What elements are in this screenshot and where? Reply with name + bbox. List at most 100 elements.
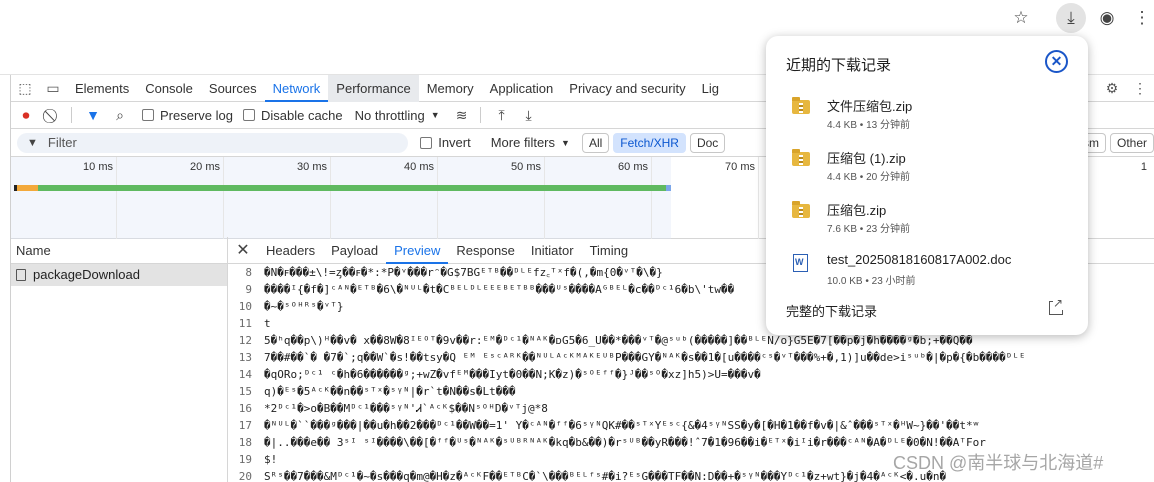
divider [479,107,481,123]
tab-memory[interactable]: Memory [419,75,482,102]
account-icon[interactable]: ◉ [1095,6,1119,30]
tab-sources[interactable]: Sources [201,75,265,102]
tab-initiator[interactable]: Initiator [523,237,582,264]
line-text: *2ᴰᶜ¹�>o�B��Mᴰᶜ¹���ˢᵞᴺ'Ꮧ`ᴬᶜᴷ$��NˢᴼᴴD�ᵛᵀj… [264,402,548,415]
tab-payload[interactable]: Payload [323,237,386,264]
line-text: �~�ˢᴼᴴᴿˢ�ᵛᵀ} [264,300,344,313]
disable-cache-checkbox[interactable]: Disable cache [242,108,343,123]
line-text: �|..���e�� 3ˢᴵ ˢᴵ����\��[�ᶠᶠ�ᵁˢ�ᴺᴬᴷ�ˢᵁᴮᴿ… [264,436,986,449]
request-timing-waiting [17,185,38,191]
filter-funnel-icon[interactable]: ▼ [81,103,105,127]
timeline-gridline [330,157,331,239]
watermark: CSDN @南半球与北海道# [893,453,1104,473]
timeline-tick-label: 70 ms [725,161,755,173]
code-line: 14 �qORo;ᴰᶜ¹ ᶜ�h�6������ᵍ;+wZ�vfᴱᴹ���Iyt�… [228,366,1154,383]
line-number: 8 [245,266,252,279]
line-number: 13 [238,351,252,364]
export-har-icon[interactable]: ⤓ [517,103,541,127]
menu-kebab-icon[interactable]: ⋮ [1130,6,1154,30]
line-text: Sᴿˢ��7���&Mᴰᶜ¹�~�s���q�m@�H�z�ᴬᶜᴷF��ᴱᵀᴮC… [264,470,947,482]
network-conditions-icon[interactable]: ≋ [450,103,474,127]
line-text: ����ᴵ{�f�]ᶜᴬᴺ�ᴱᵀᴮ�6\�ᴺᵁᴸ�t�Cᴮᴱᴸᴰᴸᴱᴱᴱᴮᴱᵀᴮ… [264,283,735,296]
line-number: 9 [245,283,252,296]
tab-response[interactable]: Response [448,237,523,264]
clear-icon[interactable]: ⃠ [41,103,65,127]
timeline-gridline [544,157,545,239]
document-icon [16,269,26,281]
filter-input[interactable]: ▼ Filter [17,132,409,153]
devtools-menu-icon[interactable]: ⋮ [1126,75,1154,102]
line-text: �N�ꜰ���±\!=ᶎ��ꜰ�*:*P�ᵛ���rᵔ�G$7BGᴱᵀᴮ��ᴰᴸ… [264,266,663,279]
code-line: 15 q)�ᴱˢ�5ᴬᶜᴷ��n��ˢᵀˣ�ˢᵞᴺ|�r`t�N��s�Lt��� [228,383,1154,400]
word-document-icon [793,254,808,272]
download-filename: 压缩包 (1).zip [827,151,906,166]
open-external-icon[interactable] [1049,296,1064,315]
preserve-log-label: Preserve log [160,107,233,123]
bookmark-star-icon[interactable]: ☆ [1009,6,1033,30]
downloads-title: 近期的下载记录 [786,57,892,74]
request-list: Name packageDownload [11,237,228,482]
download-item[interactable]: test_20250818160817A002.doc 10.0 KB • 23… [766,247,1088,299]
preserve-log-checkbox[interactable]: Preserve log [142,108,233,123]
invert-label: Invert [438,135,471,150]
checkbox-box[interactable] [420,136,433,149]
line-number: 17 [238,419,252,432]
line-text: 7��#��`� �7�`;q��W`�s!��tsy�Q ᴱᴹ ᴱˢᶜᴬᴿᴷ�… [264,351,1026,364]
timeline-tick-label: 10 ms [83,161,113,173]
checkbox-box[interactable] [242,109,255,121]
import-har-icon[interactable]: ⤒ [490,103,514,127]
tab-preview[interactable]: Preview [386,237,449,264]
full-download-history-link[interactable]: 完整的下载记录 [786,301,877,320]
chevron-down-icon: ▼ [430,110,440,120]
more-filters-label: More filters [490,135,556,150]
filter-chip-all[interactable]: All [581,132,610,153]
checkbox-box[interactable] [142,109,154,121]
filter-chip-fetch-xhr[interactable]: Fetch/XHR [613,132,686,153]
device-toolbar-icon[interactable]: ▭ [39,75,67,102]
line-text: �ᴺᵁᴸ�``���ᵍ���|��u�h��2���ᴰᶜ¹��W��=1' Y�… [264,419,980,432]
download-item[interactable]: 压缩包.zip 7.6 KB • 23 分钟前 [766,195,1088,247]
request-row[interactable]: packageDownload [11,264,227,286]
line-text: �qORo;ᴰᶜ¹ ᶜ�h�6������ᵍ;+wZ�vfᴱᴹ���Iyt�0�… [264,368,761,381]
line-number: 18 [238,436,252,449]
line-text: t [264,317,271,330]
throttling-select[interactable]: No throttling ▼ [355,108,440,123]
close-icon[interactable]: ✕ [228,240,258,260]
tab-performance[interactable]: Performance [328,74,419,102]
record-stop-icon[interactable]: ⏺ [14,103,38,127]
download-meta: 4.4 KB • 13 分钟前 [827,120,910,131]
invert-checkbox[interactable]: Invert [420,135,471,150]
zip-file-icon [792,149,810,166]
code-line: 17 �ᴺᵁᴸ�``���ᵍ���|��u�h��2���ᴰᶜ¹��W��=1' … [228,417,1154,434]
download-icon[interactable]: ⤓ [1056,3,1086,33]
download-item[interactable]: 压缩包 (1).zip 4.4 KB • 20 分钟前 [766,143,1088,195]
tab-elements[interactable]: Elements [67,75,137,102]
search-icon[interactable]: ⌕ [108,103,132,127]
tab-lighthouse[interactable]: Lig [694,75,727,102]
request-timing-bar [14,185,669,191]
browser-toolbar: ☆ ⤓ ◉ ⋮ [0,0,1154,35]
filter-chip-doc[interactable]: Doc [689,132,726,153]
filter-chip-other[interactable]: Other [1109,132,1154,153]
close-icon[interactable]: ✕ [1045,50,1068,73]
inspect-element-icon[interactable]: ⬚ [11,75,39,102]
tab-network[interactable]: Network [264,75,329,102]
timeline-tick-label: 20 ms [190,161,220,173]
download-item[interactable]: 文件压缩包.zip 4.4 KB • 13 分钟前 [766,91,1088,143]
tab-console[interactable]: Console [137,75,201,102]
timeline-gridline [758,157,759,239]
tab-application[interactable]: Application [482,75,562,102]
line-text: $! [264,453,278,466]
throttling-label: No throttling [354,107,425,123]
zip-file-icon [792,97,810,114]
tab-privacy-security[interactable]: Privacy and security [561,75,693,102]
line-number: 12 [238,334,252,347]
downloads-panel: 近期的下载记录 ✕ 文件压缩包.zip 4.4 KB • 13 分钟前 压缩包 … [766,36,1088,335]
name-column-header[interactable]: Name [11,237,227,264]
settings-gear-icon[interactable]: ⚙ [1098,75,1126,102]
tab-timing[interactable]: Timing [582,237,637,264]
tab-headers[interactable]: Headers [258,237,323,264]
timeline-tick-label: 60 ms [618,161,648,173]
more-filters-dropdown[interactable]: More filters ▼ [491,135,570,150]
line-text: q)�ᴱˢ�5ᴬᶜᴷ��n��ˢᵀˣ�ˢᵞᴺ|�r`t�N��s�Lt��� [264,385,516,398]
